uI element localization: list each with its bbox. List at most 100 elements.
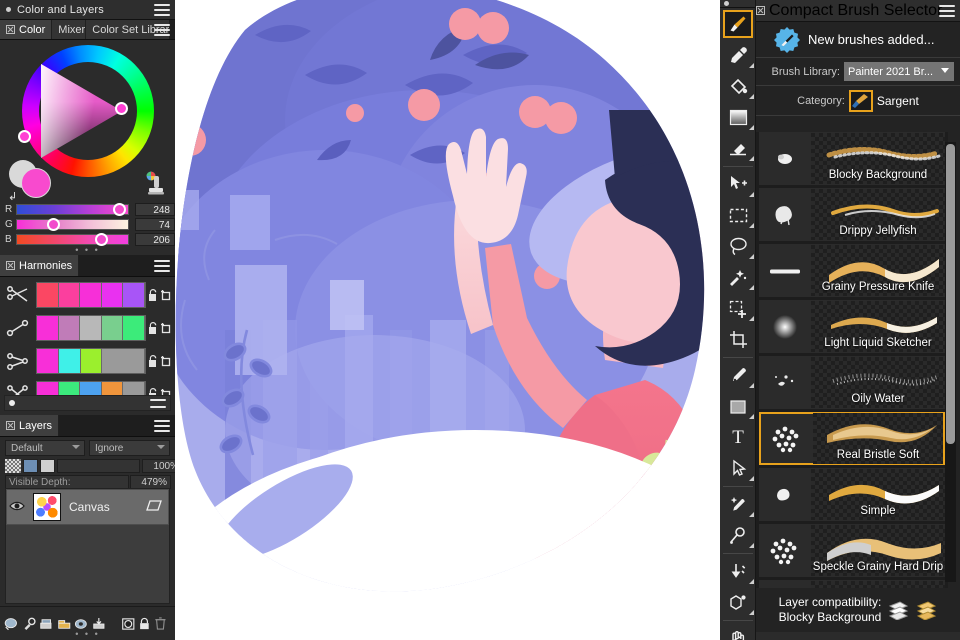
swatch[interactable]	[102, 349, 145, 373]
grabber-hand-tool[interactable]	[720, 623, 756, 640]
hue-ring-marker[interactable]	[18, 130, 31, 143]
swatch[interactable]	[80, 349, 103, 373]
blend-mode-dropdown[interactable]: Default	[5, 440, 85, 456]
list-item[interactable]: Drippy Jellyfish	[759, 188, 945, 241]
swap-colors-icon[interactable]: ↲	[8, 190, 17, 203]
text-tool[interactable]: T	[720, 422, 756, 453]
crop-tool[interactable]	[720, 324, 756, 355]
swatch[interactable]	[101, 316, 124, 340]
list-item[interactable]: Light Liquid Sketcher	[759, 300, 945, 353]
harmony-lock-controls[interactable]	[146, 312, 173, 344]
brush-selector-menu-icon[interactable]	[939, 5, 955, 17]
magic-wand-tool[interactable]	[720, 262, 756, 293]
color-and-layers-titlebar[interactable]: Color and Layers	[0, 0, 175, 20]
lasso-tool[interactable]	[720, 231, 756, 262]
channel-knob-g[interactable]	[47, 218, 60, 231]
dropper-tool[interactable]	[720, 40, 756, 71]
brush-list-scrollbar[interactable]	[945, 142, 956, 582]
selection-adjuster-tool[interactable]	[720, 293, 756, 324]
tab-harmonies[interactable]: Harmonies	[0, 255, 80, 276]
layers-overflow-dots[interactable]: • • •	[0, 629, 175, 639]
layer-mask-icon[interactable]	[40, 459, 55, 473]
visible-depth-value[interactable]: 479%	[130, 475, 171, 489]
layer-name[interactable]: Canvas	[69, 500, 110, 514]
color-panel-menu-icon[interactable]	[154, 24, 170, 36]
harmony-row-2[interactable]	[0, 345, 173, 377]
opacity-slider[interactable]	[57, 459, 140, 473]
artwork-canvas[interactable]	[175, 0, 720, 640]
tab-color[interactable]: Color	[0, 20, 53, 39]
pickup-mode-dropdown[interactable]: Ignore	[89, 440, 170, 456]
new-brushes-notification[interactable]: New brushes added...	[756, 22, 960, 58]
left-dock-menu-icon[interactable]	[154, 4, 170, 16]
list-item[interactable]: Speckle Grainy Hard Drip	[759, 524, 945, 577]
tab-layers[interactable]: Layers	[0, 415, 60, 436]
swatch[interactable]	[101, 283, 124, 307]
harmony-swatch-strip[interactable]	[36, 282, 146, 308]
swatch[interactable]	[37, 283, 59, 307]
close-icon[interactable]	[6, 25, 15, 34]
mirror-painting-tool[interactable]	[720, 587, 756, 618]
harmony-row-0[interactable]	[0, 279, 173, 311]
channel-value-r[interactable]: 248	[135, 203, 175, 216]
channel-slider-b[interactable]	[16, 233, 129, 246]
toolbox-titlebar[interactable]	[720, 0, 755, 8]
brush-selector-titlebar[interactable]: Compact Brush Selector	[756, 0, 960, 22]
close-icon[interactable]	[756, 6, 765, 15]
brush-tool[interactable]	[720, 8, 756, 40]
default-layer-icon[interactable]	[887, 600, 909, 620]
perspective-guide-tool[interactable]	[720, 520, 756, 551]
gradient-tool[interactable]	[720, 102, 756, 133]
list-item[interactable]: Simple	[759, 468, 945, 521]
cloner-tool[interactable]	[720, 489, 756, 520]
swatch[interactable]	[58, 283, 81, 307]
swatch[interactable]	[80, 316, 102, 340]
brush-library-dropdown[interactable]: Painter 2021 Br...	[844, 62, 954, 81]
harmonies-footer-menu-icon[interactable]	[150, 399, 166, 408]
layers-menu-icon[interactable]	[154, 420, 170, 432]
rubber-stamp-icon[interactable]	[142, 171, 164, 195]
harmony-lock-controls[interactable]	[146, 345, 173, 377]
transparency-icon[interactable]	[5, 459, 21, 473]
swatch[interactable]	[58, 316, 81, 340]
dropper-sample-tool[interactable]	[720, 556, 756, 587]
tab-mixer[interactable]: Mixer	[52, 20, 87, 39]
rectangular-selection-tool[interactable]	[720, 200, 756, 231]
list-item[interactable]: Grainy Pressure Knife	[759, 244, 945, 297]
layer-adjuster-tool[interactable]	[720, 169, 756, 200]
list-item[interactable]: Blocky Background	[759, 132, 945, 185]
pen-tool[interactable]	[720, 360, 756, 391]
swatch[interactable]	[123, 283, 145, 307]
preserve-transparency-icon[interactable]	[23, 459, 38, 473]
list-item[interactable]: Canvas	[6, 489, 169, 525]
harmony-lock-controls[interactable]	[146, 279, 173, 311]
watercolor-layer-icon[interactable]	[915, 600, 937, 620]
swatch[interactable]	[37, 316, 59, 340]
channel-value-g[interactable]: 74	[135, 218, 175, 231]
shape-tool[interactable]	[720, 391, 756, 422]
paint-bucket-tool[interactable]	[720, 71, 756, 102]
harmony-swatch-strip[interactable]	[36, 348, 146, 374]
list-item[interactable]	[759, 580, 945, 588]
close-icon[interactable]	[6, 261, 15, 270]
eraser-tool[interactable]	[720, 133, 756, 164]
layer-thumbnail[interactable]	[33, 493, 61, 521]
channel-slider-r[interactable]	[16, 203, 129, 216]
color-panel-overflow-dots[interactable]: • • •	[0, 245, 175, 255]
channel-knob-r[interactable]	[113, 203, 126, 216]
swatch[interactable]	[58, 349, 81, 373]
scrollbar-thumb[interactable]	[946, 144, 955, 444]
harmonies-menu-icon[interactable]	[154, 260, 170, 272]
close-icon[interactable]	[6, 421, 15, 430]
swatch[interactable]	[123, 316, 145, 340]
harmony-row-1[interactable]	[0, 312, 173, 344]
swatch[interactable]	[80, 283, 102, 307]
swatch[interactable]	[37, 349, 59, 373]
harmony-swatch-strip[interactable]	[36, 315, 146, 341]
channel-slider-g[interactable]	[16, 218, 129, 231]
eye-icon[interactable]	[7, 498, 27, 516]
triangle-marker[interactable]	[115, 102, 128, 115]
primary-color-swatch[interactable]	[21, 168, 51, 198]
brush-category-thumbnail[interactable]	[848, 89, 873, 112]
shape-selection-tool[interactable]	[720, 453, 756, 484]
